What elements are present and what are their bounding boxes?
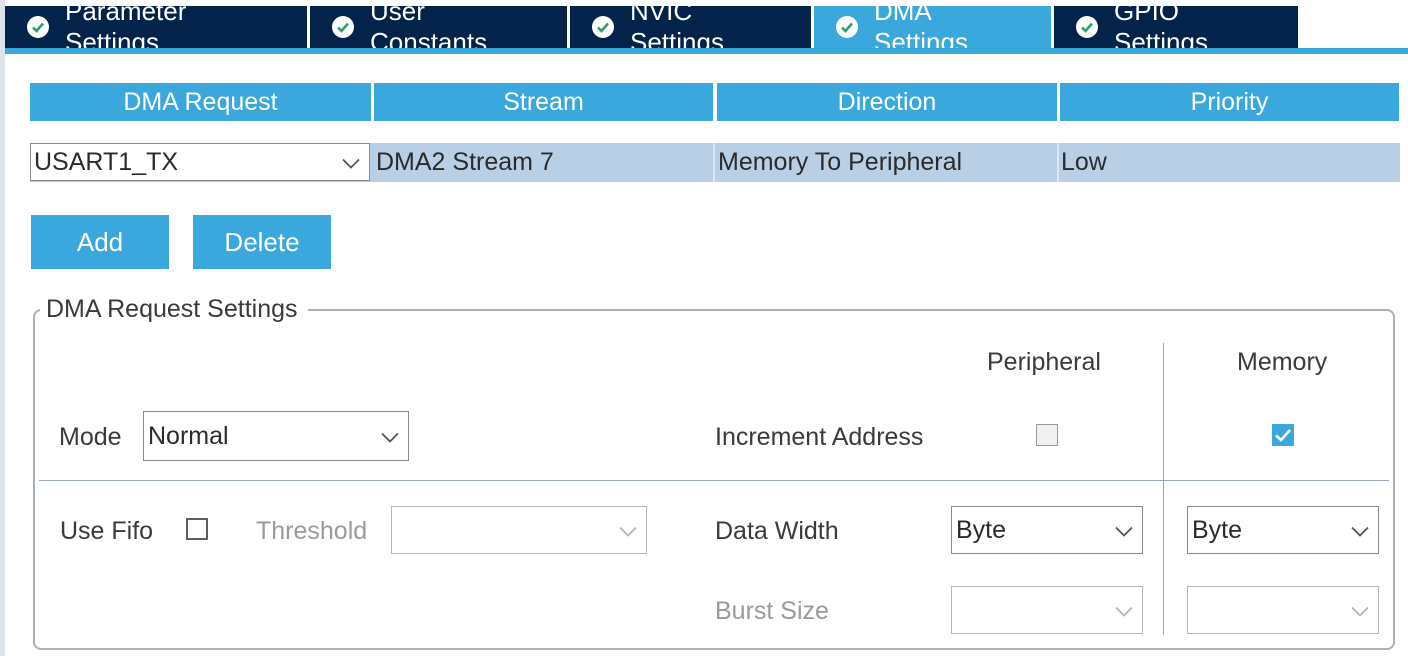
- data-width-memory-value: Byte: [1192, 515, 1243, 544]
- chevron-down-icon: [380, 422, 400, 451]
- tab-bar: Parameter Settings User Constants NVIC S…: [5, 0, 1301, 57]
- check-icon: [1275, 429, 1291, 442]
- burst-size-memory-select[interactable]: [1187, 586, 1379, 634]
- mode-select[interactable]: Normal: [143, 411, 409, 461]
- mode-value: Normal: [148, 421, 229, 450]
- cell-separator: [713, 143, 715, 182]
- data-width-memory-select[interactable]: Byte: [1187, 506, 1379, 554]
- check-circle-icon: [592, 16, 614, 38]
- threshold-select[interactable]: [391, 506, 647, 554]
- burst-size-label: Burst Size: [715, 597, 829, 625]
- tab-user-constants[interactable]: User Constants: [310, 0, 567, 57]
- use-fifo-label: Use Fifo: [60, 517, 154, 545]
- delete-button[interactable]: Delete: [193, 215, 331, 269]
- chevron-down-icon: [1350, 516, 1370, 545]
- tab-dma-settings[interactable]: DMA Settings: [814, 0, 1051, 57]
- row-divider: [39, 480, 1389, 481]
- column-header-direction[interactable]: Direction: [717, 83, 1057, 121]
- chevron-down-icon: [341, 148, 361, 177]
- chevron-down-icon: [618, 516, 638, 545]
- stream-cell: DMA2 Stream 7: [376, 148, 554, 176]
- window-left-edge: [0, 0, 5, 656]
- column-header-dma-request[interactable]: DMA Request: [30, 83, 371, 121]
- data-width-peripheral-value: Byte: [956, 515, 1007, 544]
- group-legend: DMA Request Settings: [40, 295, 308, 324]
- burst-size-peripheral-select[interactable]: [951, 586, 1143, 634]
- tab-parameter-settings[interactable]: Parameter Settings: [5, 0, 307, 57]
- peripheral-column-label: Peripheral: [987, 348, 1101, 376]
- column-header-priority[interactable]: Priority: [1060, 83, 1399, 121]
- add-button[interactable]: Add: [31, 215, 169, 269]
- check-circle-icon: [27, 16, 49, 38]
- chevron-down-icon: [1114, 596, 1134, 625]
- chevron-down-icon: [1114, 516, 1134, 545]
- tab-nvic-settings[interactable]: NVIC Settings: [570, 0, 811, 57]
- tab-gpio-settings[interactable]: GPIO Settings: [1054, 0, 1298, 57]
- increment-peripheral-checkbox[interactable]: [1036, 424, 1058, 446]
- check-circle-icon: [836, 16, 858, 38]
- column-header-stream[interactable]: Stream: [374, 83, 713, 121]
- threshold-label: Threshold: [256, 517, 368, 545]
- increment-memory-checkbox[interactable]: [1272, 424, 1294, 446]
- use-fifo-checkbox[interactable]: [186, 518, 208, 540]
- check-circle-icon: [332, 16, 354, 38]
- memory-column-label: Memory: [1237, 348, 1328, 376]
- dma-request-select[interactable]: USART1_TX: [30, 143, 370, 181]
- check-circle-icon: [1076, 16, 1098, 38]
- dma-request-value: USART1_TX: [34, 147, 179, 176]
- direction-cell: Memory To Peripheral: [718, 148, 963, 176]
- tab-underline: [5, 48, 1408, 54]
- data-width-peripheral-select[interactable]: Byte: [951, 506, 1143, 554]
- column-divider: [1163, 343, 1164, 635]
- data-width-label: Data Width: [715, 517, 839, 545]
- chevron-down-icon: [1350, 596, 1370, 625]
- priority-cell: Low: [1061, 148, 1107, 176]
- increment-address-label: Increment Address: [715, 423, 924, 451]
- mode-label: Mode: [59, 423, 122, 451]
